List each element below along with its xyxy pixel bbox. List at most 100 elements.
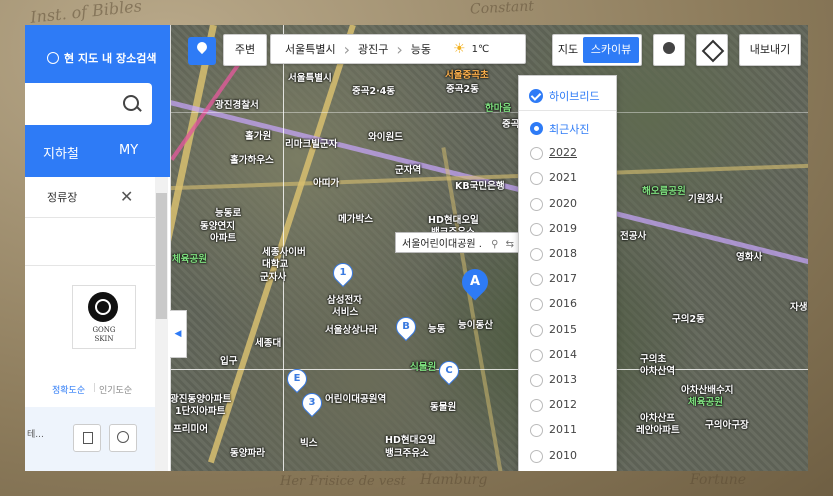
map-place-label[interactable]: 기원정사 <box>688 191 723 205</box>
my-location-icon[interactable] <box>188 37 216 65</box>
marker-a[interactable]: A <box>456 263 494 301</box>
marker-3[interactable]: 3 <box>297 388 327 418</box>
map-place-label[interactable]: 군자역 <box>395 162 421 176</box>
map-place-label[interactable]: 1단지아파트 <box>175 403 225 417</box>
map-place-label[interactable]: 어린이대공원역 <box>325 391 386 405</box>
map-place-label[interactable]: 아차산역 <box>640 363 675 377</box>
map-place-label[interactable]: 군자사 <box>260 269 286 283</box>
collapse-sidebar-button[interactable]: ◀ <box>170 310 187 358</box>
marker-1[interactable]: 1 <box>328 258 358 288</box>
layers-button[interactable] <box>696 34 728 66</box>
export-button[interactable]: 내보내기 <box>739 34 801 66</box>
map-place-label[interactable]: 동양파라 <box>230 445 265 459</box>
tab-my[interactable]: MY <box>119 143 138 158</box>
weather-cloud-sun-icon: ☀ <box>453 41 466 57</box>
map-place-label[interactable]: 와이원드 <box>368 129 403 143</box>
layer-option[interactable]: 최근사진 <box>519 116 616 141</box>
location-button[interactable] <box>109 424 137 452</box>
layer-option-label: 최근사진 <box>549 123 590 136</box>
map-place-label[interactable]: KB국민은행 <box>455 178 505 192</box>
map-place-label[interactable]: 뱅크주유소 <box>385 445 429 459</box>
map-place-label[interactable]: HD현대오일 <box>385 432 436 446</box>
map-place-label[interactable]: 능동로 <box>215 205 241 219</box>
layer-option[interactable]: 2010 <box>519 444 616 469</box>
map-place-label[interactable]: 중곡2·4동 <box>352 83 395 97</box>
map-place-label[interactable]: 한마음 <box>485 100 511 114</box>
search-input[interactable] <box>25 83 152 125</box>
layer-option[interactable]: 2012 <box>519 393 616 418</box>
map-view-button[interactable]: 지도 <box>553 35 583 65</box>
map-place-label[interactable]: 식물원 <box>410 359 436 373</box>
breadcrumb-dong[interactable]: 능동 <box>411 41 431 57</box>
marker-c[interactable]: C <box>434 356 464 386</box>
map-place-label[interactable]: 영화사 <box>736 249 762 263</box>
scrollbar-thumb[interactable] <box>156 193 167 319</box>
hybrid-toggle[interactable]: 하이브리드 <box>519 80 616 111</box>
map-place-label[interactable]: 능동 <box>428 321 445 335</box>
layer-option[interactable]: 2016 <box>519 292 616 317</box>
sort-accurate[interactable]: 정확도순 <box>52 383 85 396</box>
map-place-label[interactable]: 능이동산 <box>458 317 493 331</box>
search-icon[interactable] <box>123 95 139 111</box>
satellite-map[interactable]: 서울특별시 중곡2·4동 서울중곡초 중곡2동 한마음 와이원드 리마크빌군자 중곡동 홀가원 광… <box>170 25 808 471</box>
roadview-button[interactable] <box>653 34 685 66</box>
map-place-label[interactable]: 아띠가 <box>313 175 339 189</box>
map-place-label[interactable]: 레안아파트 <box>636 422 680 436</box>
place-tooltip[interactable]: 서울어린이대공원 . ⚲ ⇆ <box>395 232 522 253</box>
radio-icon <box>530 449 543 463</box>
tab-subway[interactable]: 지하철 <box>43 143 79 162</box>
map-place-label[interactable]: 메가박스 <box>338 211 373 225</box>
map-place-label[interactable]: 동물원 <box>430 399 456 413</box>
radio-icon <box>530 298 543 312</box>
map-place-label[interactable]: 서울중곡초 <box>445 67 489 81</box>
layer-option[interactable]: 2019 <box>519 217 616 242</box>
radio-icon <box>530 323 543 337</box>
map-place-label[interactable]: 서울특별시 <box>288 70 332 84</box>
map-place-label[interactable]: 리마크빌군자 <box>285 136 337 150</box>
map-place-label[interactable]: 대학교 <box>262 256 288 270</box>
map-place-label[interactable]: 전공사 <box>620 228 646 242</box>
layer-option[interactable]: 2013 <box>519 368 616 393</box>
marker-label: E <box>293 373 301 384</box>
result-item[interactable]: 테... <box>25 407 155 471</box>
skyview-button[interactable]: 스카이뷰 <box>583 37 639 63</box>
bookmark-button[interactable] <box>73 424 101 452</box>
marker-b[interactable]: B <box>391 312 421 342</box>
breadcrumb-city[interactable]: 서울특별시 <box>285 41 336 57</box>
map-place-label[interactable]: 해오름공원 <box>642 183 686 197</box>
map-place-label[interactable]: 아파트 <box>210 230 236 244</box>
layer-option[interactable]: 2015 <box>519 318 616 343</box>
layer-option[interactable]: 2014 <box>519 343 616 368</box>
sort-popular[interactable]: 인기도순 <box>99 383 132 396</box>
map-place-label[interactable]: 빅스 <box>300 435 317 449</box>
layer-option[interactable]: 2011 <box>519 418 616 443</box>
layer-option[interactable]: 2018 <box>519 242 616 267</box>
map-place-label[interactable]: 서비스 <box>332 304 358 318</box>
map-place-label[interactable]: 중곡2동 <box>446 81 479 95</box>
map-place-label[interactable]: 구의아구장 <box>705 417 749 431</box>
close-icon[interactable]: ✕ <box>120 187 133 206</box>
layer-option[interactable]: 2021 <box>519 166 616 191</box>
layer-option-label: 2022 <box>549 146 577 160</box>
map-place-label[interactable]: 프리미어 <box>173 421 208 435</box>
breadcrumb-district[interactable]: 광진구 <box>358 41 388 57</box>
map-place-label[interactable]: 홀가원 <box>245 128 271 142</box>
gongskin-logo[interactable]: GONG SKIN <box>72 285 136 349</box>
map-place-label[interactable]: 체육공원 <box>172 251 207 265</box>
layers-icon <box>701 39 725 63</box>
map-place-label[interactable]: 구의2동 <box>672 311 705 325</box>
map-place-label[interactable]: 입구 <box>220 353 237 367</box>
map-place-label[interactable]: 광진경찰서 <box>215 97 259 111</box>
map-place-label[interactable]: 자생 <box>790 299 807 313</box>
layer-option-label: 2020 <box>549 196 577 210</box>
nearby-button[interactable]: 주변 <box>223 34 267 66</box>
layer-option[interactable]: 2017 <box>519 267 616 292</box>
map-place-label[interactable]: 체육공원 <box>688 394 723 408</box>
map-place-label[interactable]: 서울상상나라 <box>325 322 377 336</box>
layer-option[interactable]: 2022 <box>519 141 616 166</box>
map-place-label[interactable]: 홀가하우스 <box>230 152 274 166</box>
search-in-map-checkbox[interactable]: 현 지도 내 장소검색 <box>47 50 156 66</box>
sidebar-scrollbar[interactable] <box>155 177 168 471</box>
map-place-label[interactable]: 세종대 <box>255 335 281 349</box>
layer-option[interactable]: 2020 <box>519 192 616 217</box>
